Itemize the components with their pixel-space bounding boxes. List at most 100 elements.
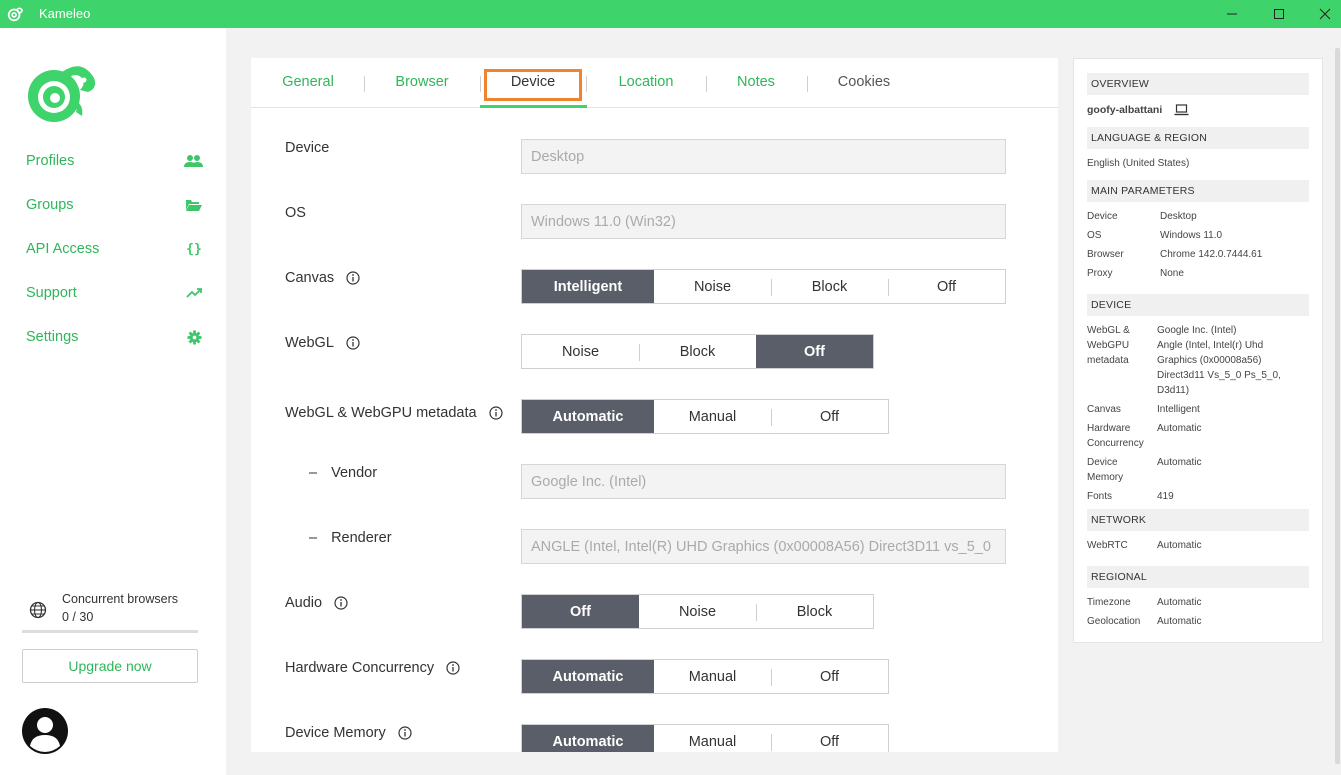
canvas-segmented-control: Intelligent Noise Block Off xyxy=(521,269,1006,304)
hardware-concurrency-option-off[interactable]: Off xyxy=(771,660,888,693)
device-heading: DEVICE xyxy=(1087,294,1309,316)
param-value: D3d11) xyxy=(1157,385,1190,396)
tab-divider xyxy=(586,76,587,92)
maximize-button[interactable] xyxy=(1256,0,1302,28)
renderer-label: – Renderer xyxy=(285,530,392,546)
canvas-label-text: Canvas xyxy=(285,270,335,286)
device-memory-option-automatic[interactable]: Automatic xyxy=(522,725,654,752)
device-label: Device xyxy=(285,140,329,156)
param-key: Hardware xyxy=(1087,423,1131,434)
sidebar-item-support[interactable]: Support xyxy=(26,281,204,305)
info-icon[interactable] xyxy=(446,661,460,675)
os-label: OS xyxy=(285,205,306,221)
webgl-metadata-label-text: WebGL & WebGPU metadata xyxy=(285,405,477,421)
canvas-option-block[interactable]: Block xyxy=(771,270,888,303)
info-icon[interactable] xyxy=(488,406,503,420)
param-key: Device xyxy=(1087,211,1118,222)
kameleo-brand-logo[interactable] xyxy=(24,60,98,124)
profile-edit-card: General Browser Device Location Notes Co… xyxy=(251,58,1058,752)
webgl-label: WebGL xyxy=(285,335,360,351)
canvas-option-noise[interactable]: Noise xyxy=(654,270,771,303)
concurrent-label: Concurrent browsers xyxy=(62,592,179,606)
webgl-metadata-option-manual[interactable]: Manual xyxy=(654,400,771,433)
concurrent-value: 0 / 30 xyxy=(62,610,94,624)
canvas-label: Canvas xyxy=(285,270,360,286)
param-key: Memory xyxy=(1087,472,1124,483)
language-value: English (United States) xyxy=(1087,158,1190,169)
upgrade-button[interactable]: Upgrade now xyxy=(22,649,198,683)
sidebar-item-label: Profiles xyxy=(26,153,75,169)
sidebar-item-profiles[interactable]: Profiles xyxy=(26,149,204,173)
param-key: WebGPU xyxy=(1087,340,1130,351)
os-field[interactable]: Windows 11.0 (Win32) xyxy=(521,204,1006,239)
info-icon[interactable] xyxy=(346,271,360,285)
device-field[interactable]: Desktop xyxy=(521,139,1006,174)
param-value: Google Inc. (Intel) xyxy=(1157,325,1237,336)
webgl-metadata-option-automatic[interactable]: Automatic xyxy=(522,400,654,433)
network-heading: NETWORK xyxy=(1087,509,1309,531)
param-value: Chrome 142.0.7444.61 xyxy=(1160,249,1263,260)
tab-cookies[interactable]: Cookies xyxy=(829,74,899,94)
webgl-option-noise[interactable]: Noise xyxy=(522,335,639,368)
audio-option-block[interactable]: Block xyxy=(756,595,873,628)
sidebar-item-groups[interactable]: Groups xyxy=(26,193,204,217)
main-parameters-heading: MAIN PARAMETERS xyxy=(1087,180,1309,202)
tab-location[interactable]: Location xyxy=(609,74,683,94)
title-bar: Kameleo xyxy=(0,0,1341,28)
param-key: Proxy xyxy=(1087,268,1113,279)
webgl-metadata-segmented-control: Automatic Manual Off xyxy=(521,399,889,434)
hardware-concurrency-option-manual[interactable]: Manual xyxy=(654,660,771,693)
sidebar-item-api-access[interactable]: API Access {} xyxy=(26,237,204,261)
sidebar-item-label: API Access xyxy=(26,241,100,257)
audio-option-off[interactable]: Off xyxy=(522,595,639,628)
profile-name: goofy-albattani xyxy=(1087,104,1163,116)
webgl-option-off[interactable]: Off xyxy=(756,335,873,368)
globe-icon xyxy=(29,601,47,619)
minimize-button[interactable] xyxy=(1209,0,1255,28)
device-memory-label-text: Device Memory xyxy=(285,725,386,741)
param-value: Intelligent xyxy=(1157,404,1200,415)
device-memory-option-off[interactable]: Off xyxy=(771,725,888,752)
language-region-heading: LANGUAGE & REGION xyxy=(1087,127,1309,149)
renderer-field[interactable]: ANGLE (Intel, Intel(R) UHD Graphics (0x0… xyxy=(521,529,1006,564)
param-value: Automatic xyxy=(1157,597,1202,608)
hardware-concurrency-option-automatic[interactable]: Automatic xyxy=(522,660,654,693)
avatar[interactable] xyxy=(22,708,68,754)
hardware-concurrency-label: Hardware Concurrency xyxy=(285,660,460,676)
concurrent-browsers: Concurrent browsers 0 / 30 xyxy=(22,590,198,633)
vertical-scrollbar[interactable] xyxy=(1335,48,1340,764)
info-icon[interactable] xyxy=(346,336,360,350)
device-memory-option-manual[interactable]: Manual xyxy=(654,725,771,752)
close-button[interactable] xyxy=(1302,0,1341,28)
param-value: Direct3d11 Vs_5_0 Ps_5_0, xyxy=(1157,370,1281,381)
param-key: OS xyxy=(1087,230,1102,241)
info-icon[interactable] xyxy=(398,726,412,740)
canvas-option-off[interactable]: Off xyxy=(888,270,1005,303)
trend-up-icon xyxy=(184,285,204,301)
webgl-option-block[interactable]: Block xyxy=(639,335,756,368)
param-value: Automatic xyxy=(1157,457,1202,468)
close-icon xyxy=(1319,8,1331,20)
minimize-icon xyxy=(1227,13,1237,15)
tab-general[interactable]: General xyxy=(273,74,343,94)
param-key: Browser xyxy=(1087,249,1124,260)
webgl-metadata-option-off[interactable]: Off xyxy=(771,400,888,433)
sidebar-item-label: Groups xyxy=(26,197,74,213)
sidebar-item-settings[interactable]: Settings xyxy=(26,325,204,349)
laptop-icon xyxy=(1174,104,1189,116)
tab-browser[interactable]: Browser xyxy=(387,74,457,94)
audio-option-noise[interactable]: Noise xyxy=(639,595,756,628)
vendor-field[interactable]: Google Inc. (Intel) xyxy=(521,464,1006,499)
vendor-dash: – xyxy=(309,465,318,481)
param-key: Geolocation xyxy=(1087,616,1141,627)
vendor-label-text: Vendor xyxy=(331,465,378,481)
maximize-icon xyxy=(1274,9,1284,19)
tab-notes[interactable]: Notes xyxy=(727,74,785,94)
gear-icon xyxy=(184,329,204,345)
canvas-option-intelligent[interactable]: Intelligent xyxy=(522,270,654,303)
audio-label-text: Audio xyxy=(285,595,323,611)
tab-divider xyxy=(706,76,707,92)
folder-open-icon xyxy=(184,197,204,213)
concurrent-progress-bar xyxy=(22,630,198,633)
info-icon[interactable] xyxy=(334,596,348,610)
